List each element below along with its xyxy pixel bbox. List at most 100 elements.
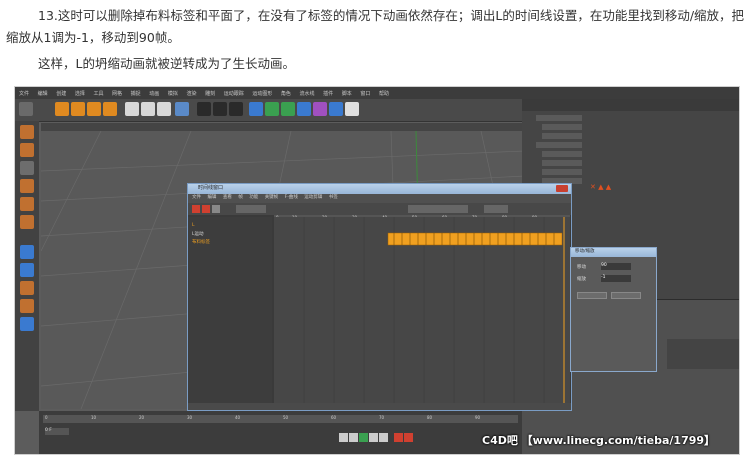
- record-icon[interactable]: [394, 433, 403, 442]
- undo-icon[interactable]: [19, 102, 33, 116]
- next-frame-icon[interactable]: [369, 433, 378, 442]
- menu-item[interactable]: 工具: [93, 90, 103, 97]
- menu-item[interactable]: 角色: [281, 90, 291, 97]
- tree-row[interactable]: [542, 133, 582, 139]
- tree-row[interactable]: [542, 169, 582, 175]
- scale-input[interactable]: -1: [601, 275, 631, 282]
- key-mode-icon[interactable]: [192, 205, 200, 213]
- autokey-icon[interactable]: [404, 433, 413, 442]
- tl-menu-item[interactable]: 查看: [223, 195, 232, 200]
- goto-end-icon[interactable]: [379, 433, 388, 442]
- points-mode-icon[interactable]: [20, 179, 34, 193]
- menu-item[interactable]: 模拟: [168, 90, 178, 97]
- model-mode-icon[interactable]: [20, 125, 34, 139]
- keyframe-area[interactable]: [274, 217, 570, 403]
- spline-icon[interactable]: [265, 102, 279, 116]
- tree-row[interactable]: [542, 151, 582, 157]
- menu-item[interactable]: 文件: [19, 90, 29, 97]
- menu-item[interactable]: 帮助: [379, 90, 389, 97]
- dialog-titlebar: 移动/缩放: [571, 248, 656, 257]
- scene-icon[interactable]: [329, 102, 343, 116]
- track-label: L: [192, 223, 195, 228]
- close-icon[interactable]: [556, 185, 568, 192]
- menu-item[interactable]: 创建: [56, 90, 66, 97]
- frame-field[interactable]: 0 F: [45, 428, 69, 435]
- paragraph-result: 这样，L的坍缩动画就被逆转成为了生长动画。: [38, 56, 295, 71]
- menu-item[interactable]: 脚本: [342, 90, 352, 97]
- fcurve-mode-icon[interactable]: [202, 205, 210, 213]
- deformer-icon[interactable]: [313, 102, 327, 116]
- polygons-mode-icon[interactable]: [20, 215, 34, 229]
- play-icon[interactable]: [359, 433, 368, 442]
- paragraph-step13-cont: 缩放从1调为-1，移动到90帧。: [6, 30, 180, 45]
- grid-snap-icon[interactable]: [20, 317, 34, 331]
- menu-item[interactable]: 动画: [149, 90, 159, 97]
- menu-item[interactable]: 选择: [75, 90, 85, 97]
- rotate-tool-icon[interactable]: [87, 102, 101, 116]
- menu-item[interactable]: 流水线: [300, 90, 315, 97]
- ruler-tick: 50: [283, 415, 289, 420]
- key-tools[interactable]: [408, 205, 468, 213]
- nurbs-icon[interactable]: [281, 102, 295, 116]
- cube-icon[interactable]: [249, 102, 263, 116]
- tl-menu-item[interactable]: F-曲线: [285, 195, 298, 200]
- tree-row[interactable]: [542, 124, 582, 130]
- snap-icon[interactable]: [20, 245, 34, 259]
- menu-item[interactable]: 网格: [112, 90, 122, 97]
- workplane-icon[interactable]: [20, 161, 34, 175]
- coord-system-icon[interactable]: [175, 102, 189, 116]
- lock-icon[interactable]: [20, 299, 34, 313]
- select-tool-icon[interactable]: [103, 102, 117, 116]
- move-input[interactable]: 90: [601, 263, 631, 270]
- timeline-titlebar: 时间线窗口: [188, 184, 571, 194]
- light-icon[interactable]: [345, 102, 359, 116]
- brush-icon[interactable]: [20, 281, 34, 295]
- menu-item[interactable]: 渲染: [186, 90, 196, 97]
- tl-menu-item[interactable]: 功能: [249, 195, 258, 200]
- menu-item[interactable]: 插件: [323, 90, 333, 97]
- bottom-timeline-ruler[interactable]: 0 10 20 30 40 50 60 70 80 90: [43, 415, 518, 423]
- render-view-icon[interactable]: [197, 102, 211, 116]
- cancel-button[interactable]: [611, 292, 641, 299]
- ruler-tick: 40: [235, 415, 241, 420]
- timeline-window: 时间线窗口 文件 编辑 查看 帧 功能 关键帧 F-曲线 运动剪辑 书签 0 1…: [187, 183, 572, 411]
- keyframe-grid: [303, 217, 565, 403]
- nav-buttons[interactable]: [236, 205, 266, 213]
- render-picture-icon[interactable]: [213, 102, 227, 116]
- menu-item[interactable]: 捕捉: [131, 90, 141, 97]
- scale-tool-icon[interactable]: [71, 102, 85, 116]
- move-tool-icon[interactable]: [55, 102, 69, 116]
- menu-item[interactable]: 窗口: [360, 90, 370, 97]
- zoom-tools[interactable]: [484, 205, 508, 213]
- texture-mode-icon[interactable]: [20, 143, 34, 157]
- tl-menu-item[interactable]: 关键帧: [265, 195, 279, 200]
- tl-menu-item[interactable]: 文件: [192, 195, 201, 200]
- tree-row[interactable]: [542, 160, 582, 166]
- edges-mode-icon[interactable]: [20, 197, 34, 211]
- track-row[interactable]: L: [192, 223, 195, 228]
- x-axis-icon[interactable]: [125, 102, 139, 116]
- track-row[interactable]: L运动: [192, 231, 204, 237]
- render-settings-icon[interactable]: [229, 102, 243, 116]
- tree-row[interactable]: [536, 142, 582, 148]
- left-tool-palette: [15, 121, 39, 411]
- tl-menu-item[interactable]: 书签: [329, 195, 338, 200]
- magnet-icon[interactable]: [20, 263, 34, 277]
- menu-item[interactable]: 雕刻: [205, 90, 215, 97]
- y-axis-icon[interactable]: [141, 102, 155, 116]
- motion-mode-icon[interactable]: [212, 205, 220, 213]
- tl-menu-item[interactable]: 运动剪辑: [304, 195, 322, 200]
- prev-frame-icon[interactable]: [349, 433, 358, 442]
- tree-row[interactable]: [536, 115, 582, 121]
- menu-item[interactable]: 编辑: [38, 90, 48, 97]
- ok-button[interactable]: [577, 292, 607, 299]
- tl-menu-item[interactable]: 帧: [238, 195, 243, 200]
- menu-item[interactable]: 运动图形: [252, 90, 272, 97]
- z-axis-icon[interactable]: [157, 102, 171, 116]
- tl-menu-item[interactable]: 编辑: [207, 195, 216, 200]
- track-row[interactable]: 布料标签: [192, 239, 210, 245]
- menu-item[interactable]: 运动跟踪: [224, 90, 244, 97]
- timeline-toolbar: [188, 203, 571, 215]
- array-icon[interactable]: [297, 102, 311, 116]
- goto-start-icon[interactable]: [339, 433, 348, 442]
